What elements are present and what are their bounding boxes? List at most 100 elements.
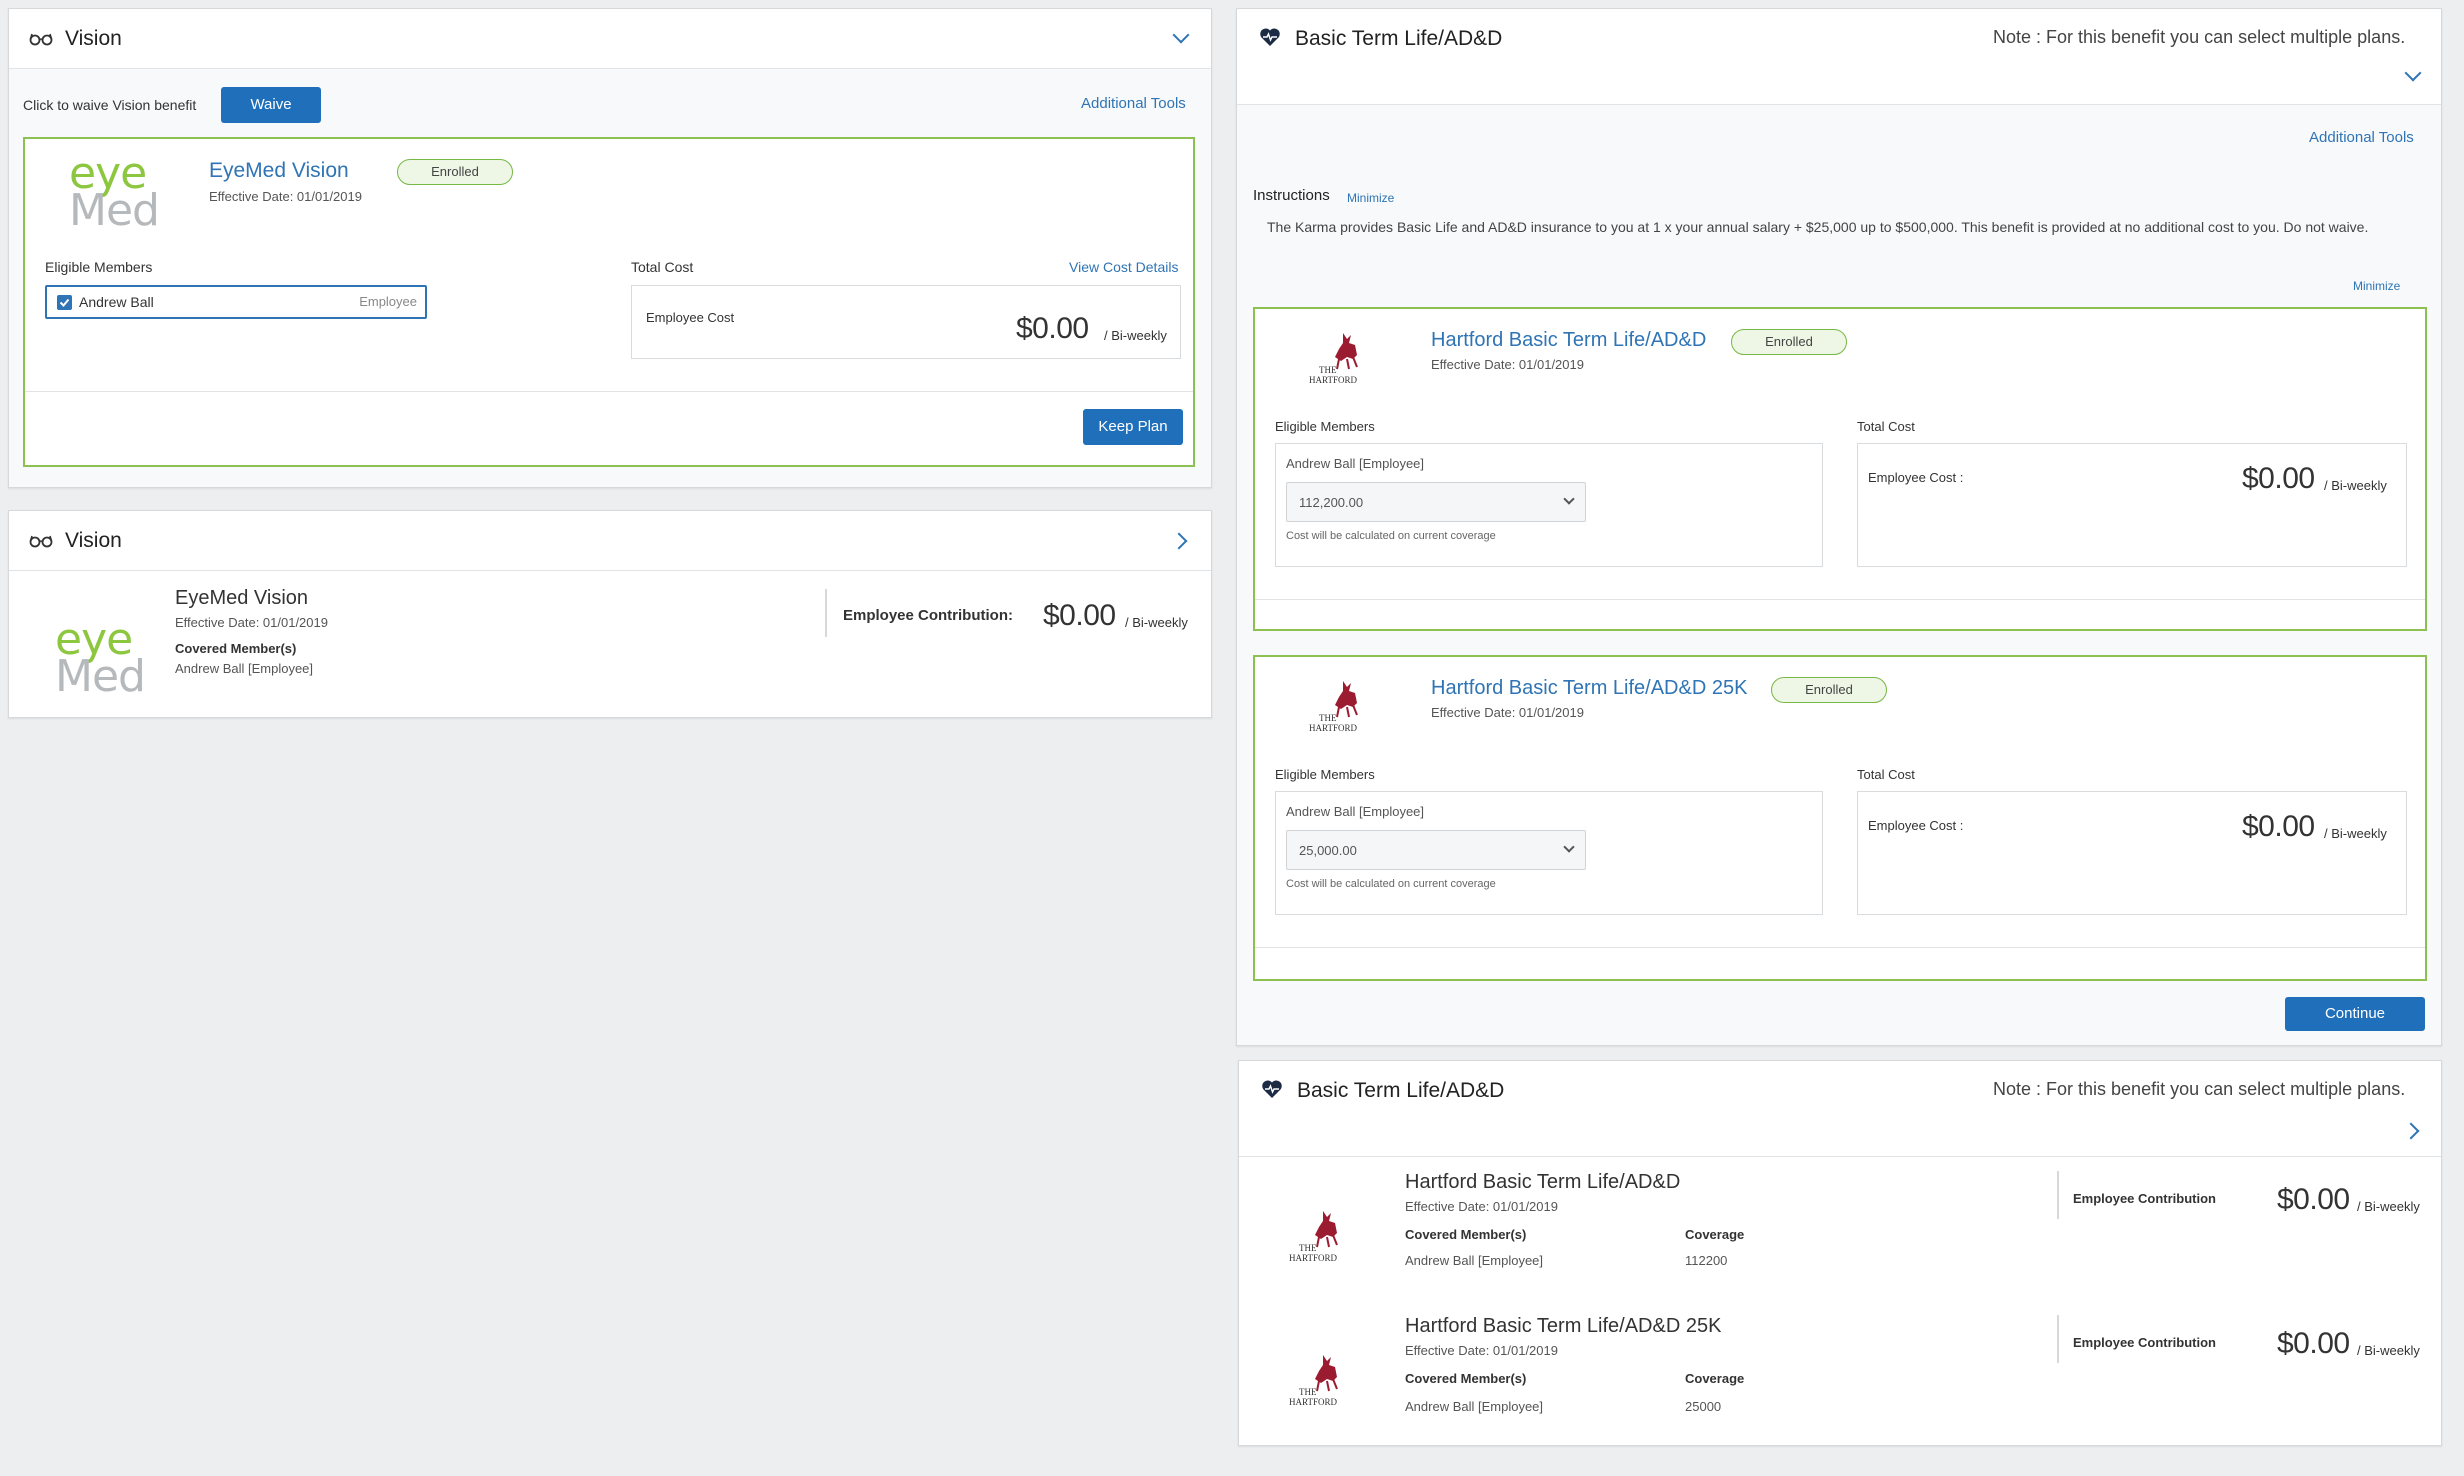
minimize-link[interactable]: Minimize <box>1347 191 1394 205</box>
vision-edit-header: Vision <box>9 9 1211 69</box>
continue-button[interactable]: Continue <box>2285 997 2425 1031</box>
svg-text:HARTFORD: HARTFORD <box>1309 723 1357 733</box>
employee-cost-price: $0.00 <box>1016 312 1089 345</box>
employee-cost-box: Employee Cost : $0.00 / Bi-weekly <box>1857 443 2407 567</box>
eligible-members-label: Eligible Members <box>1275 767 1375 782</box>
svg-text:THE: THE <box>1319 713 1337 723</box>
summary-divider <box>2057 1315 2059 1363</box>
instructions-text: The Karma provides Basic Life and AD&D i… <box>1267 219 2369 235</box>
employee-contribution-label: Employee Contribution <box>2073 1191 2216 1206</box>
view-cost-details-link[interactable]: View Cost Details <box>1069 259 1178 275</box>
employee-cost-period: / Bi-weekly <box>1104 328 1167 343</box>
additional-tools-link[interactable]: Additional Tools <box>1081 95 1186 112</box>
effective-date: Effective Date: 01/01/2019 <box>1431 705 1584 720</box>
summary-plan-name: Hartford Basic Term Life/AD&D <box>1405 1171 1681 1193</box>
chevron-down-icon[interactable] <box>1172 26 1190 44</box>
eligible-members-box: Andrew Ball [Employee] 25,000.00 Cost wi… <box>1275 791 1823 915</box>
employee-contribution-label: Employee Contribution: <box>843 607 1013 624</box>
covered-members-value: Andrew Ball [Employee] <box>1405 1253 1544 1268</box>
coverage-label: Coverage <box>1685 1371 1745 1386</box>
covered-members-label: Covered Member(s) <box>1405 1227 1527 1242</box>
coverage-value: 112200 <box>1685 1253 1728 1268</box>
enrolled-badge: Enrolled <box>397 159 513 185</box>
chevron-down-icon <box>1563 841 1575 853</box>
eyemed-logo: eye Med <box>69 148 160 237</box>
coverage-select[interactable]: 112,200.00 <box>1286 482 1586 522</box>
member-name: Andrew Ball <box>79 294 154 310</box>
hartford-logo: THE HARTFORD <box>1309 333 1358 385</box>
covered-members-label: Covered Member(s) <box>1405 1371 1527 1386</box>
summary-price: $0.00 <box>2277 1327 2350 1360</box>
svg-text:THE: THE <box>1299 1387 1317 1397</box>
life-edit-title: Basic Term Life/AD&D <box>1295 27 1503 50</box>
svg-text:THE: THE <box>1299 1243 1317 1253</box>
employee-cost-label: Employee Cost <box>646 310 735 325</box>
hartford-logo: THE HARTFORD <box>1289 1211 1338 1263</box>
chevron-down-icon[interactable] <box>2404 64 2422 82</box>
employee-cost-period: / Bi-weekly <box>2324 826 2387 841</box>
additional-tools-link[interactable]: Additional Tools <box>2309 129 2414 146</box>
member-role: Employee <box>359 294 417 309</box>
vision-edit-title: Vision <box>65 27 122 50</box>
plan-divider <box>1255 599 2425 600</box>
minimize-bottom-link[interactable]: Minimize <box>2353 279 2400 293</box>
coverage-select[interactable]: 25,000.00 <box>1286 830 1586 870</box>
instructions-label: Instructions <box>1253 187 1330 204</box>
eligible-members-label: Eligible Members <box>45 259 153 275</box>
summary-period: / Bi-weekly <box>2357 1199 2420 1214</box>
total-cost-label: Total Cost <box>631 259 694 275</box>
keep-plan-button[interactable]: Keep Plan <box>1083 409 1183 445</box>
hartford-plan-box: THE HARTFORD Hartford Basic Term Life/AD… <box>1253 307 2427 631</box>
life-summary-card: Basic Term Life/AD&D Note : For this ben… <box>1238 1060 2442 1446</box>
waive-prompt: Click to waive Vision benefit <box>23 97 197 113</box>
svg-text:HARTFORD: HARTFORD <box>1289 1397 1337 1407</box>
summary-period: / Bi-weekly <box>2357 1343 2420 1358</box>
vision-summary-title: Vision <box>65 529 122 552</box>
summary-divider <box>825 589 827 637</box>
coverage-value: 112,200.00 <box>1299 495 1364 510</box>
plan-name[interactable]: EyeMed Vision <box>209 159 349 183</box>
multiple-plans-note: Note : For this benefit you can select m… <box>1993 27 2406 47</box>
member-checkbox-row[interactable]: Andrew Ball Employee <box>45 285 427 319</box>
heart-pulse-icon <box>1260 28 1280 46</box>
eyemed-plan-box: eye Med EyeMed Vision Enrolled Effective… <box>23 137 1195 467</box>
summary-price: $0.00 <box>2277 1183 2350 1216</box>
waive-button[interactable]: Waive <box>221 87 321 123</box>
eyemed-logo: eye Med <box>55 614 146 703</box>
svg-text:HARTFORD: HARTFORD <box>1289 1253 1337 1263</box>
summary-plan-name: Hartford Basic Term Life/AD&D 25K <box>1405 1315 1722 1337</box>
chevron-right-icon[interactable] <box>2402 1122 2420 1140</box>
hartford-logo: THE HARTFORD <box>1309 681 1358 733</box>
glasses-icon <box>29 33 53 46</box>
member-name: Andrew Ball [Employee] <box>1286 456 1425 471</box>
summary-effective-date: Effective Date: 01/01/2019 <box>1405 1343 1558 1358</box>
employee-contribution-label: Employee Contribution <box>2073 1335 2216 1350</box>
effective-date: Effective Date: 01/01/2019 <box>1431 357 1584 372</box>
employee-cost-box: Employee Cost $0.00 / Bi-weekly <box>631 285 1181 359</box>
employee-cost-label: Employee Cost : <box>1868 470 1964 485</box>
plan-divider <box>1255 947 2425 948</box>
vision-edit-card: Vision Click to waive Vision benefit Wai… <box>8 8 1212 488</box>
life-edit-card: Basic Term Life/AD&D Note : For this ben… <box>1236 8 2442 1046</box>
employee-cost-price: $0.00 <box>2242 810 2315 843</box>
summary-effective-date: Effective Date: 01/01/2019 <box>175 615 328 630</box>
summary-divider <box>2057 1171 2059 1219</box>
chevron-down-icon <box>1563 493 1575 505</box>
covered-members-value: Andrew Ball [Employee] <box>1405 1399 1544 1414</box>
svg-text:HARTFORD: HARTFORD <box>1309 375 1357 385</box>
effective-date: Effective Date: 01/01/2019 <box>209 189 362 204</box>
checkbox-checked-icon[interactable] <box>57 295 72 310</box>
life-summary-title: Basic Term Life/AD&D <box>1297 1079 1505 1102</box>
eligible-members-box: Andrew Ball [Employee] 112,200.00 Cost w… <box>1275 443 1823 567</box>
coverage-label: Coverage <box>1685 1227 1745 1242</box>
employee-cost-price: $0.00 <box>2242 462 2315 495</box>
vision-summary-card: Vision eye Med EyeMed Vision Effective D… <box>8 510 1212 718</box>
employee-cost-period: / Bi-weekly <box>2324 478 2387 493</box>
chevron-right-icon[interactable] <box>1170 532 1188 550</box>
hartford-25k-plan-box: THE HARTFORD Hartford Basic Term Life/AD… <box>1253 655 2427 981</box>
employee-cost-label: Employee Cost : <box>1868 818 1964 833</box>
plan-name[interactable]: Hartford Basic Term Life/AD&D <box>1431 329 1706 352</box>
plan-name[interactable]: Hartford Basic Term Life/AD&D 25K <box>1431 677 1747 700</box>
summary-effective-date: Effective Date: 01/01/2019 <box>1405 1199 1558 1214</box>
member-name: Andrew Ball [Employee] <box>1286 804 1425 819</box>
